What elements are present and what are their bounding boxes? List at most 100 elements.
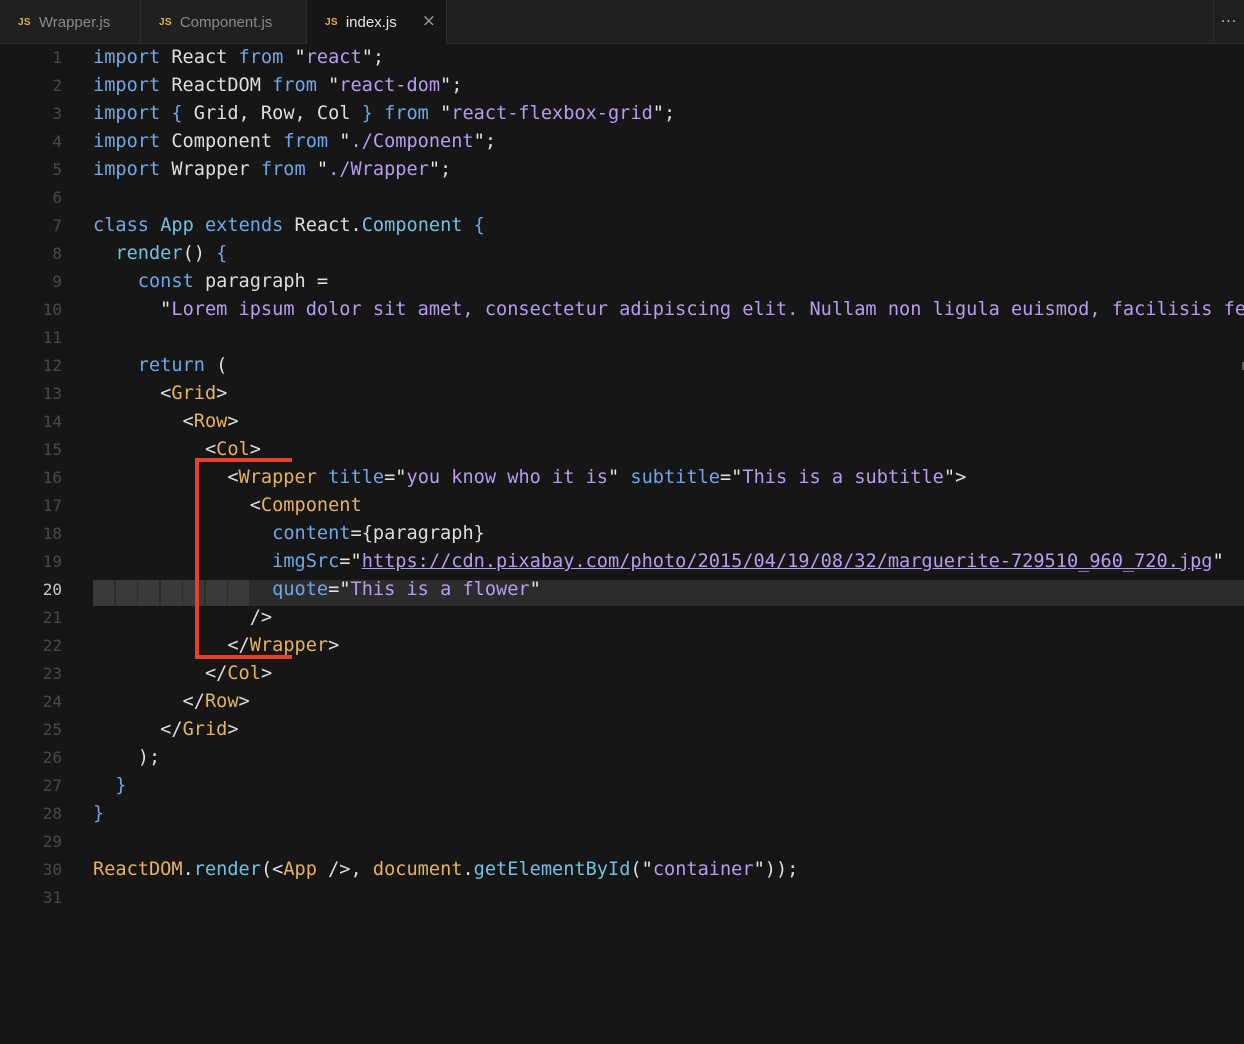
code-text: <Wrapper title="you know who it is" subt… <box>93 464 966 492</box>
line-number: 22 <box>42 636 62 655</box>
code-line[interactable]: 4 import Component from "./Component"; <box>0 128 1244 156</box>
code-token: const <box>137 271 194 292</box>
code-line[interactable]: 18 content={paragraph} <box>0 520 1244 548</box>
tab-label: Component.js <box>179 13 273 31</box>
code-line[interactable]: 28} <box>0 800 1244 828</box>
code-token: </ <box>93 719 183 740</box>
code-line[interactable]: 15 <Col> <box>0 436 1244 464</box>
code-token: " <box>328 131 351 152</box>
code-token: ); <box>93 747 161 768</box>
code-line[interactable]: 30 ReactDOM.render(<App />, document.getE… <box>0 856 1244 884</box>
code-token: < <box>93 411 194 432</box>
code-token: ={paragraph} <box>350 523 485 544</box>
code-token: " <box>428 159 441 180</box>
code-token: " <box>1212 551 1224 572</box>
code-token: = <box>384 467 396 488</box>
code-line[interactable]: 6 <box>0 184 1244 212</box>
code-token: " <box>943 467 956 488</box>
line-number: 27 <box>42 776 62 795</box>
tab-label: index.js <box>345 14 397 31</box>
code-token: < <box>93 467 239 488</box>
code-text: } <box>93 800 104 828</box>
code-text: <Grid> <box>93 380 227 408</box>
code-line[interactable]: 31 <box>0 884 1244 912</box>
code-line[interactable]: 2 import ReactDOM from "react-dom"; <box>0 72 1244 100</box>
line-number: 2 <box>52 76 62 95</box>
code-token: you know who it is <box>406 467 609 488</box>
code-token: Grid <box>182 719 228 740</box>
tab-index-js[interactable]: JS index.js × <box>307 0 447 45</box>
code-editor[interactable]: 1 import React from "react"; 2 import React… <box>0 44 1244 1044</box>
tab-label: Wrapper.js <box>38 13 111 31</box>
code-line[interactable]: 17 <Component <box>0 492 1244 520</box>
code-line[interactable]: 3 import { Grid, Row, Col } from "react-f… <box>0 100 1244 128</box>
code-token: " <box>428 103 452 124</box>
line-number: 28 <box>42 804 62 823</box>
more-actions-button[interactable]: ··· <box>1213 0 1244 44</box>
code-token: React. <box>283 215 362 236</box>
code-token: > <box>227 719 239 740</box>
code-line[interactable]: 13 <Grid> <box>0 380 1244 408</box>
code-line[interactable]: 14 <Row> <box>0 408 1244 436</box>
code-line[interactable]: 8 render() { <box>0 240 1244 268</box>
code-token: " <box>641 859 653 880</box>
code-line[interactable]: 1 import React from "react"; <box>0 44 1244 72</box>
line-number: 4 <box>52 132 62 151</box>
code-token: /> <box>93 607 273 628</box>
code-token: } <box>350 103 385 124</box>
line-number: 10 <box>42 300 62 319</box>
code-token: from <box>283 131 329 152</box>
code-text: <Component <box>93 492 362 520</box>
code-token: App <box>283 859 317 880</box>
code-line[interactable]: 9 const paragraph = <box>0 268 1244 296</box>
code-token: ( <box>204 355 228 376</box>
code-line[interactable]: 23 </Col> <box>0 660 1244 688</box>
code-line[interactable]: 7 class App extends React.Component { <box>0 212 1244 240</box>
close-icon[interactable]: × <box>422 13 436 30</box>
line-number: 15 <box>42 440 62 459</box>
code-token: " <box>339 579 351 600</box>
code-token: render <box>193 859 261 880</box>
tab-component-js[interactable]: JS Component.js <box>141 0 307 44</box>
code-token: container <box>652 859 754 880</box>
code-line[interactable]: 19 imgSrc="https://cdn.pixabay.com/photo… <box>0 548 1244 576</box>
code-text: </Grid> <box>93 716 239 744</box>
code-token: " <box>395 467 407 488</box>
tab-wrapper-js[interactable]: JS Wrapper.js <box>0 0 141 44</box>
line-number: 24 <box>42 692 62 711</box>
code-line[interactable]: 24 </Row> <box>0 688 1244 716</box>
code-token: Component <box>160 131 284 152</box>
code-token: from <box>260 159 306 180</box>
code-token: Col <box>216 439 250 460</box>
line-number: 13 <box>42 384 62 403</box>
code-line[interactable]: 5 import Wrapper from "./Wrapper"; <box>0 156 1244 184</box>
code-token: ./Wrapper <box>328 159 429 180</box>
code-line[interactable]: 20 quote="This is a flower" <box>0 576 1244 606</box>
code-line[interactable]: 27 } <box>0 772 1244 800</box>
code-text: </Wrapper> <box>93 632 339 660</box>
code-token: ; <box>663 103 676 124</box>
code-line[interactable]: 29 <box>0 828 1244 856</box>
code-line[interactable]: 11 <box>0 324 1244 352</box>
code-line[interactable]: 26 ); <box>0 744 1244 772</box>
code-token: > <box>238 691 250 712</box>
line-number: 23 <box>42 664 62 683</box>
code-token: > <box>955 467 967 488</box>
code-line[interactable]: 25 </Grid> <box>0 716 1244 744</box>
code-text: render() { <box>93 240 227 268</box>
code-token: Col <box>227 663 261 684</box>
code-token: imgSrc <box>272 551 340 572</box>
code-token: </ <box>93 691 205 712</box>
line-number: 30 <box>42 860 62 879</box>
line-number: 25 <box>42 720 62 739</box>
code-line[interactable]: 12 return ( <box>0 352 1244 380</box>
code-line[interactable]: 16 <Wrapper title="you know who it is" s… <box>0 464 1244 492</box>
code-line[interactable]: 22 </Wrapper> <box>0 632 1244 660</box>
code-line[interactable]: 10 "Lorem ipsum dolor sit amet, consecte… <box>0 296 1244 324</box>
code-token: " <box>160 299 172 320</box>
code-line[interactable]: 21 /> <box>0 604 1244 632</box>
